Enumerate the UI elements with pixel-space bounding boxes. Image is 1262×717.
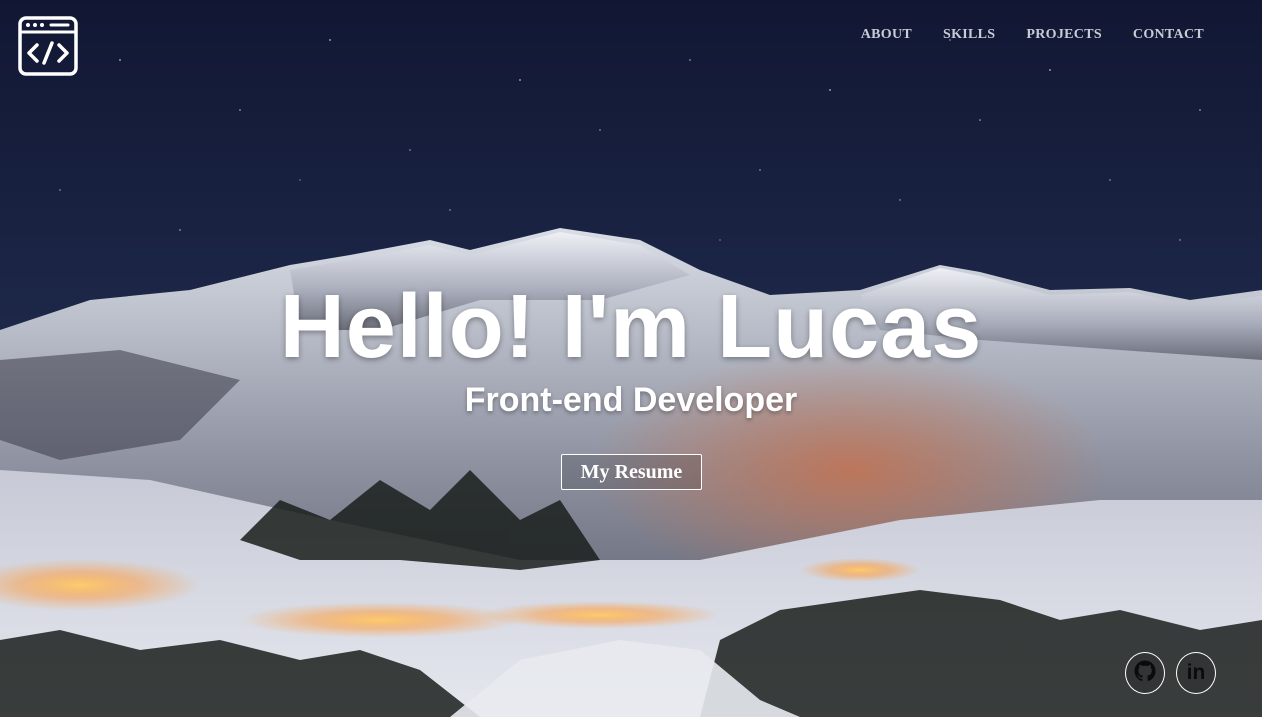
github-icon — [1133, 659, 1157, 688]
hero-headline: Hello! I'm Lucas — [279, 277, 983, 377]
code-window-icon[interactable] — [18, 16, 78, 76]
hero-section: ABOUT SKILLS PROJECTS CONTACT Hello! I'm… — [0, 0, 1262, 717]
main-nav: ABOUT SKILLS PROJECTS CONTACT — [861, 27, 1204, 43]
github-link[interactable] — [1125, 652, 1165, 694]
linkedin-icon: in — [1186, 661, 1206, 684]
resume-button[interactable]: My Resume — [561, 454, 702, 490]
nav-item-skills[interactable]: SKILLS — [943, 27, 995, 43]
nav-item-contact[interactable]: CONTACT — [1133, 27, 1204, 43]
nav-item-about[interactable]: ABOUT — [861, 27, 912, 43]
linkedin-link[interactable]: in — [1176, 652, 1216, 694]
hero-subtitle: Front-end Developer — [464, 381, 798, 419]
nav-item-projects[interactable]: PROJECTS — [1026, 27, 1102, 43]
